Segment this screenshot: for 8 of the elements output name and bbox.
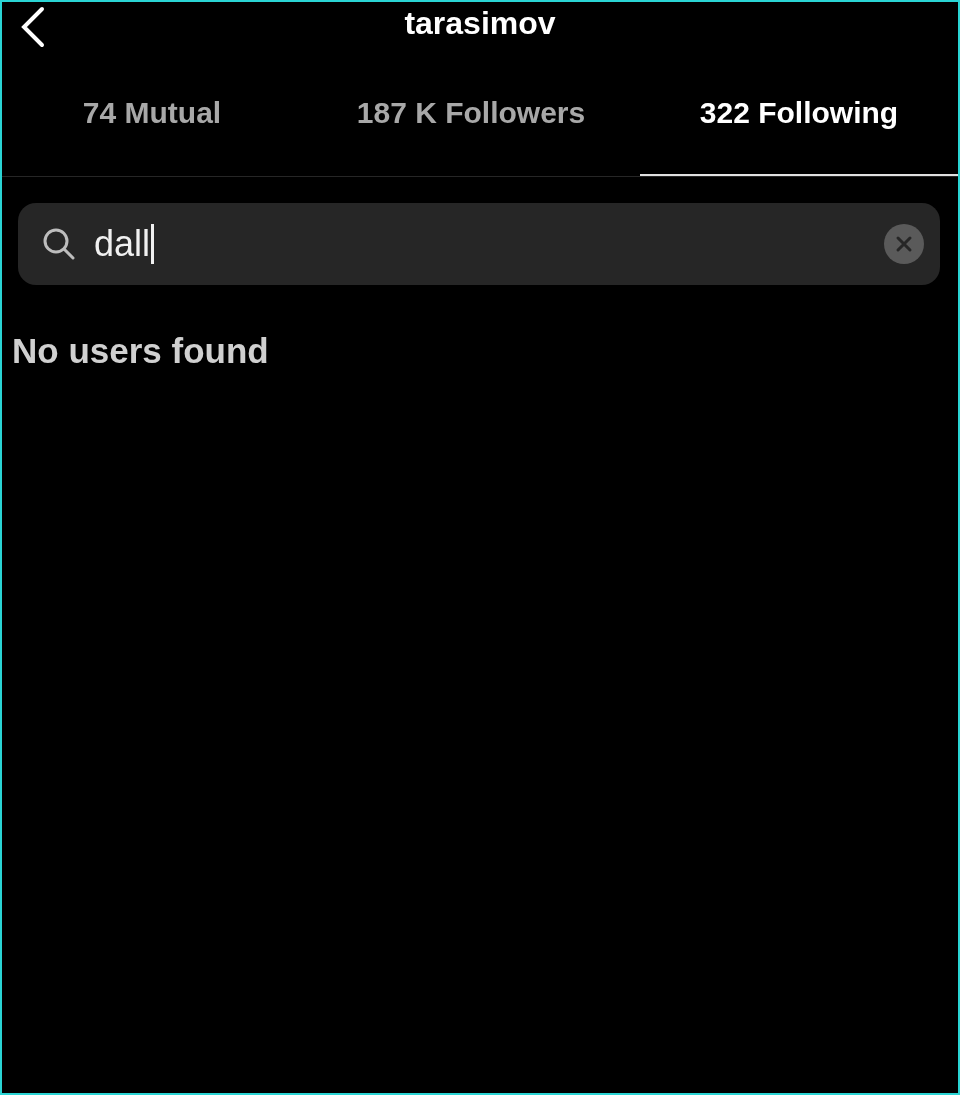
tab[interactable]: 322 Following	[640, 52, 958, 176]
search-text: dall	[94, 223, 151, 265]
empty-message: No users found	[12, 331, 270, 371]
search-field[interactable]: dall	[18, 203, 940, 285]
profile-username: tarasimov	[404, 4, 556, 42]
search-icon	[42, 227, 76, 261]
tab[interactable]: 187 K Followers	[302, 52, 640, 176]
tab[interactable]: 74 Mutual	[2, 52, 302, 176]
